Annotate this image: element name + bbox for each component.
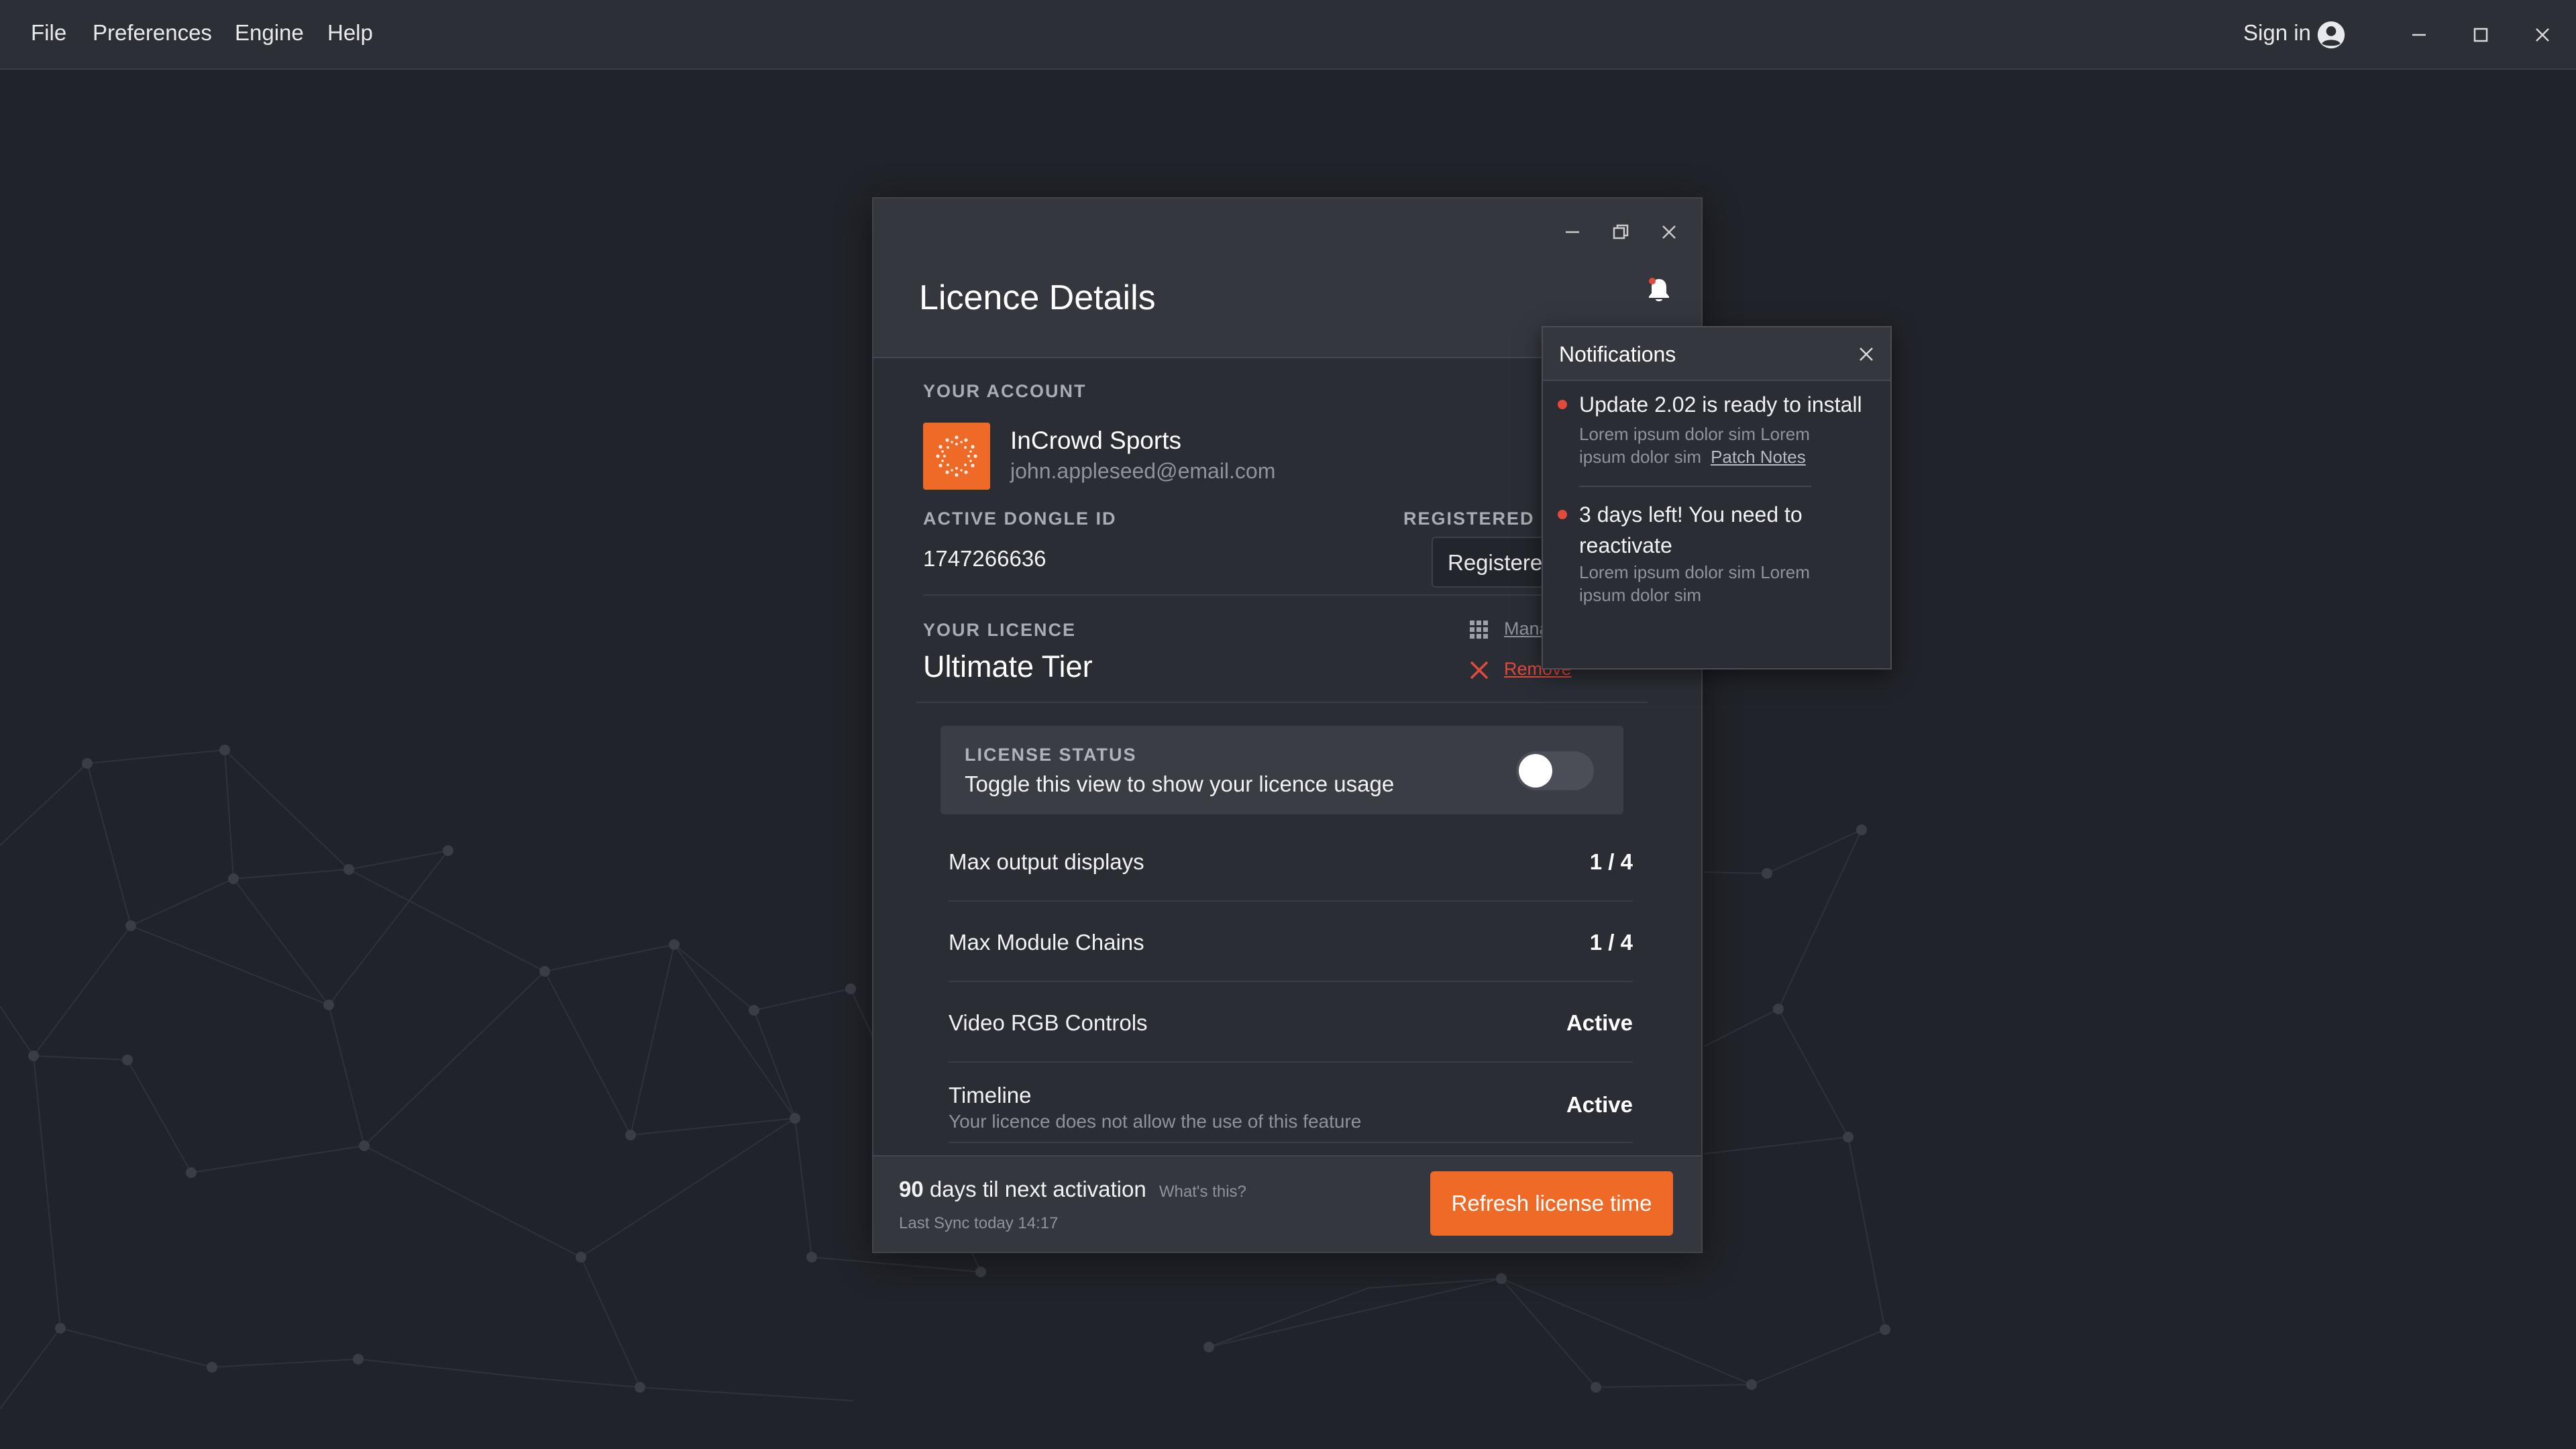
bell-icon[interactable] — [1644, 275, 1674, 306]
feature-label: Max output displays — [949, 849, 1144, 874]
licence-tier: Ultimate Tier — [923, 649, 1093, 684]
feature-note: Your licence does not allow the use of t… — [949, 1111, 1362, 1132]
feature-value: 1 / 4 — [1589, 930, 1633, 955]
dialog-minimize-icon[interactable] — [1558, 217, 1587, 247]
toggle-knob — [1519, 754, 1552, 788]
activation-countdown: 90 days til next activation What's this? — [899, 1177, 1246, 1202]
patch-notes-link[interactable]: Patch Notes — [1711, 447, 1806, 467]
app-menu-bar: File Preferences Engine Help Sign in — [0, 0, 2576, 70]
feature-row: Video RGB Controls Active — [949, 982, 1633, 1063]
feature-label: Max Module Chains — [949, 930, 1144, 955]
feature-label: Timeline — [949, 1083, 1032, 1108]
divider — [916, 702, 1648, 703]
close-icon[interactable] — [2528, 20, 2557, 50]
whats-this-link[interactable]: What's this? — [1159, 1183, 1246, 1201]
notifications-title: Notifications — [1559, 342, 1676, 366]
user-circle-icon[interactable] — [2316, 20, 2346, 50]
license-status-card: LICENSE STATUS Toggle this view to show … — [941, 726, 1623, 814]
account-logo — [923, 423, 990, 490]
account-name: InCrowd Sports — [1010, 427, 1181, 454]
dongle-section-label: ACTIVE DONGLE ID — [923, 508, 1117, 529]
license-status-title: LICENSE STATUS — [965, 745, 1137, 765]
notifications-popup: Notifications Update 2.02 is ready to in… — [1542, 326, 1892, 669]
menu-help[interactable]: Help — [327, 20, 373, 46]
feature-value: Active — [1566, 1010, 1633, 1035]
unread-dot — [1558, 510, 1567, 519]
dialog-title: Licence Details — [919, 278, 1156, 317]
days-count: 90 — [899, 1177, 924, 1201]
license-usage-toggle[interactable] — [1516, 751, 1594, 790]
grid-icon[interactable] — [1468, 619, 1491, 641]
sun-logo-icon — [936, 435, 977, 477]
notifications-header: Notifications — [1543, 327, 1890, 381]
last-sync-time: Last Sync today 14:17 — [899, 1214, 1059, 1232]
feature-row: Max output displays 1 / 4 — [949, 821, 1633, 902]
menu-engine[interactable]: Engine — [235, 20, 304, 46]
x-icon[interactable] — [1468, 659, 1491, 682]
licence-section-label: YOUR LICENCE — [923, 620, 1077, 640]
registered-section-label: REGISTERED D — [1403, 508, 1556, 529]
refresh-license-button[interactable]: Refresh license time — [1430, 1171, 1673, 1236]
sign-in-button[interactable]: Sign in — [2243, 20, 2311, 46]
registered-dropdown-value: Registered — [1448, 550, 1555, 575]
feature-row: Max Module Chains 1 / 4 — [949, 902, 1633, 982]
maximize-icon[interactable] — [2466, 20, 2496, 50]
license-status-description: Toggle this view to show your licence us… — [965, 771, 1395, 796]
feature-value: Active — [1566, 1092, 1633, 1117]
menu-file[interactable]: File — [31, 20, 66, 46]
dialog-restore-icon[interactable] — [1606, 217, 1635, 247]
notification-body: Lorem ipsum dolor sim Lorem ipsum dolor … — [1579, 562, 1810, 605]
feature-label: Video RGB Controls — [949, 1010, 1148, 1035]
account-section-label: YOUR ACCOUNT — [923, 381, 1087, 401]
notification-body: Lorem ipsum dolor sim Lorem ipsum dolor … — [1579, 423, 1861, 468]
dialog-footer: 90 days til next activation What's this?… — [873, 1155, 1701, 1252]
account-email: john.appleseed@email.com — [1010, 459, 1276, 483]
days-text: days til next activation — [929, 1177, 1146, 1201]
feature-value: 1 / 4 — [1589, 849, 1633, 874]
dongle-id: 1747266636 — [923, 546, 1046, 571]
notifications-close-icon[interactable] — [1856, 343, 1877, 365]
menu-preferences[interactable]: Preferences — [93, 20, 212, 46]
minimize-icon[interactable] — [2404, 20, 2434, 50]
notification-separator — [1579, 486, 1811, 487]
unread-dot — [1558, 400, 1567, 409]
notification-title[interactable]: 3 days left! You need to reactivate — [1579, 499, 1861, 561]
notification-title[interactable]: Update 2.02 is ready to install — [1579, 389, 1881, 420]
feature-row: Timeline Your licence does not allow the… — [949, 1063, 1633, 1143]
dialog-close-icon[interactable] — [1654, 217, 1684, 247]
